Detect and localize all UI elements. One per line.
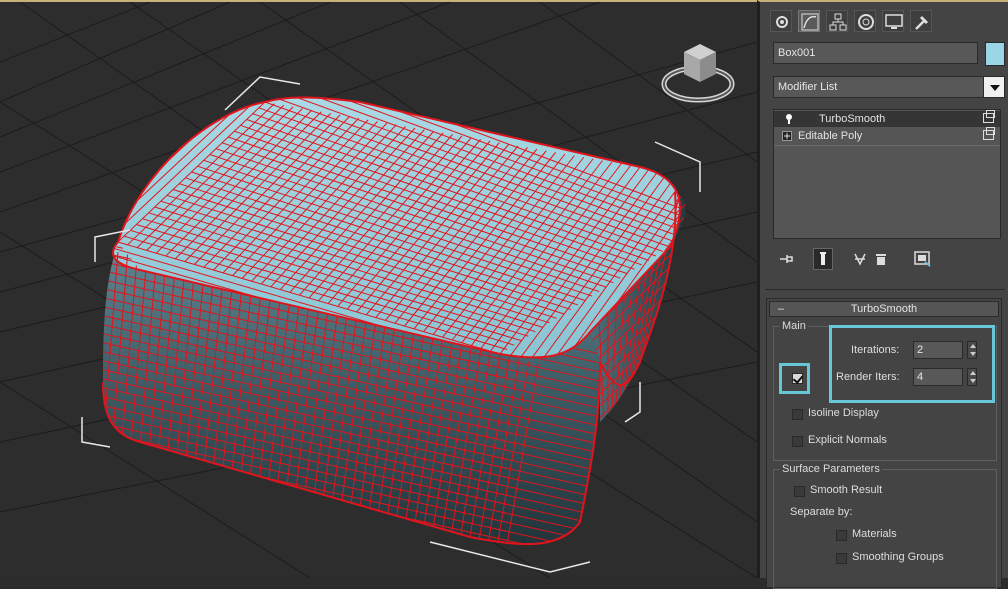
motion-icon [858, 14, 874, 30]
viewport-canvas[interactable] [0, 2, 757, 578]
separate-by-label: Separate by: [790, 506, 853, 518]
materials-checkbox[interactable] [836, 530, 847, 541]
curve-icon [801, 13, 819, 31]
display-tab[interactable] [882, 10, 904, 32]
gear-star-icon [776, 16, 788, 28]
utilities-tab[interactable] [910, 10, 932, 32]
modify-tab[interactable] [798, 10, 820, 32]
configure-modifier-sets-button[interactable] [913, 248, 933, 270]
turbosmooth-rollout: – TurboSmooth Main Iterations: 2 Render … [766, 298, 1002, 589]
plus-icon[interactable] [782, 131, 792, 141]
trash-icon [876, 254, 886, 265]
command-panel: Box001 Modifier List TurboSmooth Editabl… [757, 0, 1008, 589]
smooth-result-label: Smooth Result [810, 484, 883, 496]
stack-item-editable-poly[interactable]: Editable Poly [774, 127, 1000, 144]
stack-divider [774, 145, 1000, 146]
hammer-icon [915, 16, 928, 30]
explicit-normals-checkbox[interactable] [792, 436, 803, 447]
turbosmooth-box-mesh [85, 96, 686, 546]
make-unique-icon [854, 253, 866, 266]
instance-icon [983, 110, 995, 123]
pin-stack-button[interactable] [777, 248, 797, 270]
iterations-highlight [829, 325, 995, 403]
lightbulb-icon[interactable] [784, 113, 794, 125]
panel-divider [765, 289, 1005, 290]
isoline-display-checkbox[interactable] [792, 409, 803, 420]
collapse-icon[interactable]: – [778, 302, 784, 316]
main-group-title: Main [780, 320, 808, 332]
stack-toolbar [773, 248, 1001, 272]
wire-edge [85, 247, 99, 437]
monitor-icon [885, 14, 903, 29]
stack-item-label: TurboSmooth [819, 113, 886, 125]
smooth-result-checkbox[interactable] [794, 486, 805, 497]
hierarchy-icon [829, 13, 847, 31]
make-unique-button[interactable] [851, 248, 871, 270]
view-cube[interactable] [661, 44, 735, 103]
smoothing-groups-checkbox[interactable] [836, 553, 847, 564]
stack-item-turbosmooth[interactable]: TurboSmooth [774, 110, 1000, 127]
object-color-swatch[interactable] [985, 42, 1005, 66]
pin-icon [780, 255, 793, 263]
configure-icon [914, 251, 931, 267]
materials-label: Materials [852, 528, 897, 540]
modifier-stack[interactable]: TurboSmooth Editable Poly [773, 109, 1001, 239]
stack-item-label: Editable Poly [798, 130, 863, 142]
chevron-down-icon[interactable] [983, 76, 1005, 98]
rollout-title: TurboSmooth [850, 303, 918, 315]
hierarchy-tab[interactable] [826, 10, 848, 32]
end-result-icon [820, 252, 826, 265]
object-name-field[interactable]: Box001 [773, 42, 978, 64]
create-tab[interactable] [770, 10, 792, 32]
smoothing-groups-label: Smoothing Groups [852, 551, 944, 563]
render-iters-checkbox-highlight [779, 363, 810, 394]
rollout-header[interactable]: – TurboSmooth [769, 301, 999, 317]
remove-modifier-button[interactable] [871, 248, 891, 270]
explicit-normals-label: Explicit Normals [808, 434, 887, 446]
instance-icon [983, 127, 995, 140]
modifier-list-dropdown[interactable]: Modifier List [773, 76, 1004, 98]
surface-parameters-group: Surface Parameters Smooth Result Separat… [773, 463, 997, 589]
isoline-display-label: Isoline Display [808, 407, 879, 419]
show-end-result-button[interactable] [813, 248, 833, 270]
surface-parameters-title: Surface Parameters [780, 463, 882, 475]
perspective-viewport[interactable] [0, 0, 757, 578]
motion-tab[interactable] [854, 10, 876, 32]
